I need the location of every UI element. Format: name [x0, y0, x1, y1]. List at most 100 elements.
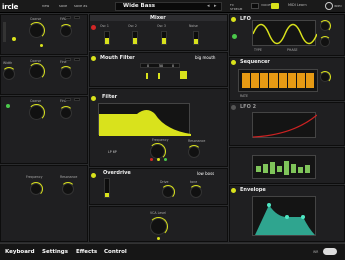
- new-button[interactable]: new: [42, 4, 49, 8]
- osc1-coarse-knob[interactable]: [28, 22, 45, 39]
- overdrive-level-fader[interactable]: [104, 178, 110, 198]
- lfo-rate-knob[interactable]: [319, 20, 331, 32]
- mixer-power-icon[interactable]: [91, 25, 96, 30]
- tab-control[interactable]: Control: [104, 249, 127, 255]
- midi-learn-button[interactable]: MIDI Learn: [288, 3, 307, 7]
- osc1-mod-dot-2[interactable]: [40, 44, 43, 47]
- filter-curve-display: [98, 103, 191, 136]
- tab-settings[interactable]: Settings: [42, 249, 68, 255]
- mixer-fader-3[interactable]: [193, 31, 199, 45]
- lfo2-power-icon[interactable]: [231, 105, 236, 110]
- voice-mode-toggle[interactable]: [271, 3, 279, 9]
- osc1-mod-dot[interactable]: [12, 37, 16, 41]
- osc2-coarse-knob[interactable]: [28, 63, 45, 80]
- sequencer-title: Sequencer: [240, 59, 270, 65]
- osc3-fine-knob[interactable]: [59, 106, 73, 119]
- osc1-ring-toggle[interactable]: [74, 16, 80, 19]
- osc3-coarse-knob[interactable]: [28, 104, 45, 121]
- filter-power-icon[interactable]: [91, 96, 96, 101]
- osc1-fine-knob[interactable]: [59, 24, 73, 37]
- next-preset-icon[interactable]: ▸: [214, 3, 217, 9]
- noise-resonance-label: Resonance: [60, 175, 78, 179]
- sequencer-knob[interactable]: [319, 71, 331, 83]
- osc3-toggle-1[interactable]: [65, 98, 71, 101]
- seq-step[interactable]: [251, 73, 260, 88]
- about-icon[interactable]: [325, 2, 333, 10]
- mixer-channel-label-2: Osc 3: [157, 24, 166, 28]
- mouth-filter-value-0: 0: [147, 64, 150, 68]
- seq-step[interactable]: [269, 73, 278, 88]
- seq-step[interactable]: [287, 73, 296, 88]
- mouth-filter-marker-2: [158, 73, 160, 79]
- filter-title: Filter: [102, 94, 118, 100]
- osc2-toggle-1[interactable]: [65, 58, 71, 61]
- overdrive-tone-label: tone: [190, 180, 198, 184]
- step-sequencer-display[interactable]: [252, 155, 316, 179]
- noise-frequency-knob[interactable]: [29, 182, 43, 196]
- filter-resonance-knob[interactable]: [187, 145, 201, 158]
- noise-resonance-knob[interactable]: [61, 182, 75, 195]
- sequencer-power-icon[interactable]: [231, 60, 236, 65]
- osc1-sync-toggle[interactable]: [65, 16, 71, 19]
- osc3-toggle-2[interactable]: [74, 98, 80, 101]
- envelope-title: Envelope: [240, 187, 266, 193]
- lfo-phase-label: PHASE: [287, 48, 298, 52]
- lfo-assign-icon[interactable]: [232, 34, 237, 39]
- filter-mod-dot-green[interactable]: [164, 158, 167, 161]
- save-as-button[interactable]: save as: [74, 4, 87, 8]
- seq-step[interactable]: [305, 73, 314, 88]
- save-button[interactable]: save: [59, 4, 67, 8]
- osc2-toggle-2[interactable]: [74, 58, 80, 61]
- envelope-curve-icon: [255, 203, 315, 235]
- fx-stream-label: FX STREAM: [230, 3, 243, 11]
- osc3-mod-dot[interactable]: [6, 104, 10, 108]
- osc2-width-knob[interactable]: [2, 67, 16, 80]
- mouth-filter-preset-dropdown[interactable]: big mouth: [195, 55, 215, 60]
- mouth-filter-power-icon[interactable]: [91, 56, 96, 61]
- sequencer-steps[interactable]: [238, 69, 318, 92]
- mixer-fader-1[interactable]: [132, 31, 138, 45]
- preset-name: Wide Bass: [123, 3, 155, 9]
- overdrive-mode-dropdown[interactable]: low boss: [197, 171, 214, 176]
- osc3-panel: [0, 96, 88, 164]
- mixer-channel-label-3: Noise: [189, 24, 198, 28]
- overdrive-drive-knob[interactable]: [161, 185, 175, 199]
- mouth-filter-value-2: 0: [172, 64, 175, 68]
- lfo-waveform-display: [252, 20, 318, 46]
- vca-level-knob[interactable]: [149, 217, 168, 236]
- voices-display[interactable]: [251, 3, 259, 9]
- mixer-fader-0[interactable]: [104, 31, 110, 45]
- lfo2-curve-icon: [252, 114, 318, 138]
- vca-mod-dot[interactable]: [157, 237, 160, 240]
- mouth-filter-level-fader[interactable]: [180, 71, 187, 79]
- mixer-channel-label-1: Osc 2: [128, 24, 137, 28]
- filter-mod-dot-red[interactable]: [150, 158, 153, 161]
- envelope-power-icon[interactable]: [231, 188, 236, 193]
- overdrive-tone-knob[interactable]: [189, 185, 203, 198]
- filter-frequency-knob[interactable]: [149, 143, 166, 160]
- mouth-filter-title: Mouth Filter: [100, 55, 135, 61]
- filter-frequency-label: Frequency: [152, 138, 169, 142]
- seq-step[interactable]: [278, 73, 287, 88]
- osc1-waveform-slider[interactable]: [3, 22, 6, 42]
- overdrive-power-icon[interactable]: [91, 173, 96, 178]
- tab-effects[interactable]: Effects: [76, 249, 97, 255]
- filter-curve-icon: [99, 110, 191, 136]
- lfo-depth-knob[interactable]: [319, 36, 331, 47]
- seq-step[interactable]: [260, 73, 269, 88]
- mixer-fader-2[interactable]: [161, 31, 167, 45]
- seq-step[interactable]: [296, 73, 305, 88]
- seq-step[interactable]: [242, 73, 251, 88]
- osc1-coarse-label: Coarse: [30, 17, 42, 21]
- tab-keyboard[interactable]: Keyboard: [5, 249, 35, 255]
- osc2-fine-knob[interactable]: [59, 66, 73, 79]
- mouth-filter-marker-1: [146, 73, 148, 79]
- lfo-power-icon[interactable]: [231, 17, 236, 22]
- bottom-toggle-switch[interactable]: [323, 248, 337, 255]
- envelope-display[interactable]: [252, 196, 316, 236]
- filter-mod-dot-yellow[interactable]: [157, 158, 160, 161]
- mixer-channel-label-0: Osc 1: [100, 24, 109, 28]
- lfo2-display: [252, 112, 318, 138]
- prev-preset-icon[interactable]: ◂: [207, 3, 210, 9]
- filter-type-dropdown[interactable]: LP 6P: [108, 150, 117, 154]
